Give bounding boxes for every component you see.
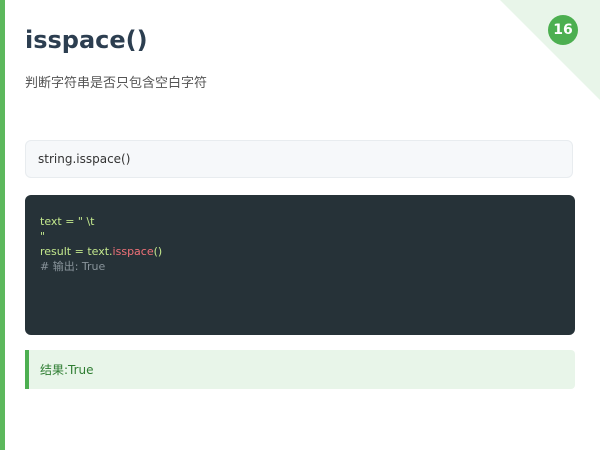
code-line-3: result = text.isspace() [40,244,560,259]
method-signature-box: string.isspace() [25,140,573,178]
page-subtitle: 判断字符串是否只包含空白字符 [25,76,208,91]
page-number-badge: 16 [548,15,578,45]
code-line-2: " [40,230,46,243]
code-line-3-suffix: () [153,245,163,258]
corner-decoration [500,0,600,100]
page-title: isspace() [25,26,148,54]
result-box: 结果: True [25,350,575,389]
code-comment: # 输出: True [40,260,106,273]
method-signature: string.isspace() [38,152,131,166]
result-value: True [68,362,94,377]
code-block: text = " \t " result = text.isspace() # … [25,195,575,335]
code-line-1: text = " \t [40,215,95,228]
accent-bar [0,0,5,450]
result-label: 结果: [40,363,69,377]
code-line-3-prefix: result = text. [40,245,113,258]
code-method-name: isspace [112,245,154,258]
